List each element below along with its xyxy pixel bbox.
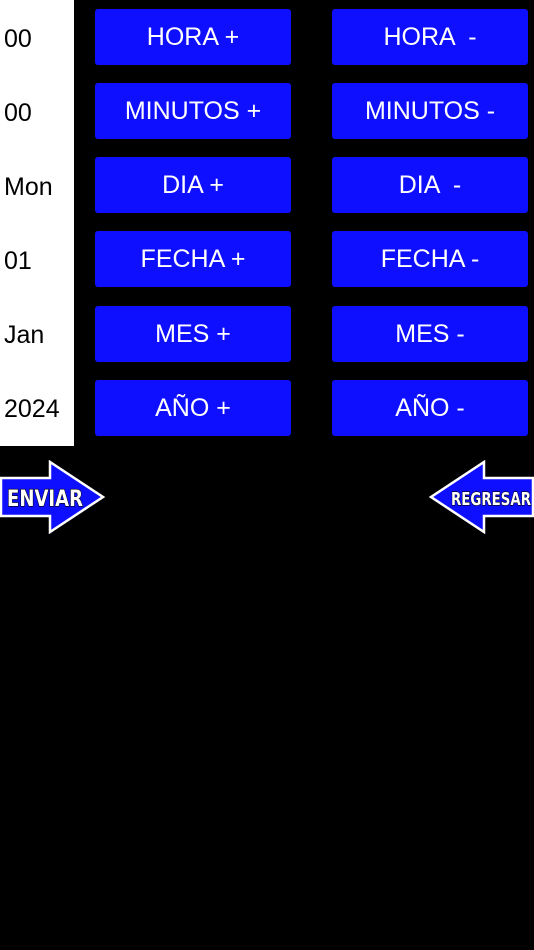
hour-minus-button[interactable]: HORA - [332,9,528,65]
date-minus-button[interactable]: FECHA - [332,231,528,287]
left-arrow-icon: REGRESAR [428,460,534,534]
right-arrow-icon: ENVIAR [0,460,106,534]
back-arrow-button[interactable]: REGRESAR [428,460,534,534]
month-value: Jan [4,321,45,349]
year-minus-button[interactable]: AÑO - [332,380,528,436]
year-plus-button[interactable]: AÑO + [95,380,291,436]
date-value: 01 [4,247,32,275]
hour-plus-button[interactable]: HORA + [95,9,291,65]
hour-value: 00 [4,25,32,53]
day-value: Mon [4,173,53,201]
minute-plus-button[interactable]: MINUTOS + [95,83,291,139]
date-plus-button[interactable]: FECHA + [95,231,291,287]
value-panel: 00 00 Mon 01 Jan 2024 [0,0,74,446]
send-label: ENVIAR [7,487,83,512]
back-label: REGRESAR [451,489,531,510]
month-plus-button[interactable]: MES + [95,306,291,362]
month-minus-button[interactable]: MES - [332,306,528,362]
send-arrow-button[interactable]: ENVIAR [0,460,106,534]
minute-value: 00 [4,99,32,127]
year-value: 2024 [4,395,60,423]
minute-minus-button[interactable]: MINUTOS - [332,83,528,139]
day-minus-button[interactable]: DIA - [332,157,528,213]
day-plus-button[interactable]: DIA + [95,157,291,213]
